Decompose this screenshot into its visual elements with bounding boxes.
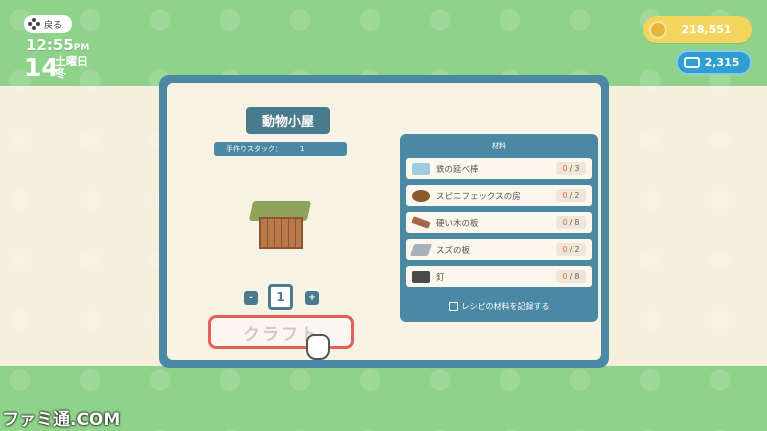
material-row: 硬い木の板 0/8 [406, 212, 592, 233]
material-count: 0/2 [556, 189, 586, 202]
material-row: スピニフェックスの房 0/2 [406, 185, 592, 206]
day-number: 14 [24, 53, 59, 82]
back-label: 戻る [44, 20, 63, 31]
bells-counter: 218,551 [643, 16, 752, 43]
iron-bar-icon [412, 162, 430, 175]
tin-plate-icon [409, 243, 433, 256]
increase-quantity-button[interactable]: + [305, 291, 319, 305]
hand-cursor-icon [306, 334, 330, 360]
checkbox-icon[interactable] [448, 302, 458, 311]
crafting-dialog: 動物小屋 手作りスタック： 1 - 1 + クラフト 材料 鉄の延べ棒 0/3 [159, 75, 609, 368]
material-count: 0/3 [556, 162, 586, 175]
meridiem: PM [73, 43, 90, 53]
material-row: 釘 0/8 [406, 266, 592, 287]
crafting-dialog-body: 動物小屋 手作りスタック： 1 - 1 + クラフト 材料 鉄の延べ棒 0/3 [167, 83, 601, 360]
dpad-icon [28, 18, 40, 30]
material-count: 0/8 [556, 216, 586, 229]
material-row: 鉄の延べ棒 0/3 [406, 158, 592, 179]
quantity-field[interactable]: 1 [268, 284, 293, 310]
clock: 12:55PM [26, 36, 89, 54]
miles-value: 2,315 [704, 56, 740, 69]
record-recipe-label: レシピの材料を記録する [461, 302, 550, 311]
record-recipe-toggle[interactable]: レシピの材料を記録する [400, 301, 598, 312]
material-need: 2 [574, 245, 580, 254]
stack-label: 手作りスタック： [226, 145, 282, 153]
decrease-quantity-button[interactable]: - [244, 291, 258, 305]
item-title: 動物小屋 [246, 107, 330, 134]
material-need: 8 [574, 272, 580, 281]
nails-icon [412, 270, 430, 283]
materials-panel: 材料 鉄の延べ棒 0/3 スピニフェックスの房 0/2 硬い木の板 0/ 8 ス… [400, 134, 598, 322]
material-name: スズの板 [436, 245, 471, 256]
material-name: スピニフェックスの房 [436, 191, 521, 202]
craft-stack-bar: 手作りスタック： 1 [214, 142, 347, 156]
material-row: スズの板 0/2 [406, 239, 592, 260]
season: 冬 [55, 67, 66, 80]
hardwood-plank-icon [411, 216, 431, 229]
miles-counter: 2,315 [676, 50, 752, 75]
watermark-logo: ファミ通.COM [2, 410, 121, 430]
weekday-season: 土曜日 冬 [55, 56, 88, 80]
material-need: 8 [574, 218, 580, 227]
material-name: 釘 [436, 272, 445, 283]
material-need: 2 [574, 191, 580, 200]
material-have: 0 [562, 218, 568, 227]
material-count: 0/8 [556, 270, 586, 283]
miles-ticket-icon [684, 57, 700, 68]
material-have: 0 [562, 245, 568, 254]
craft-button[interactable]: クラフト [208, 315, 354, 349]
stack-value: 1 [300, 145, 305, 153]
spinifex-icon [412, 189, 430, 202]
material-need: 3 [574, 164, 580, 173]
material-name: 硬い木の板 [436, 218, 479, 229]
animal-house-icon [248, 201, 312, 253]
material-have: 0 [562, 164, 568, 173]
materials-header: 材料 [492, 142, 506, 150]
material-name: 鉄の延べ棒 [436, 164, 479, 175]
time-text: 12:55 [26, 36, 74, 54]
material-have: 0 [562, 191, 568, 200]
bells-value: 218,551 [681, 23, 732, 36]
house-body [259, 217, 303, 249]
material-count: 0/2 [556, 243, 586, 256]
bell-coin-icon [649, 20, 667, 39]
back-button[interactable]: 戻る [24, 15, 72, 33]
material-have: 0 [562, 272, 568, 281]
